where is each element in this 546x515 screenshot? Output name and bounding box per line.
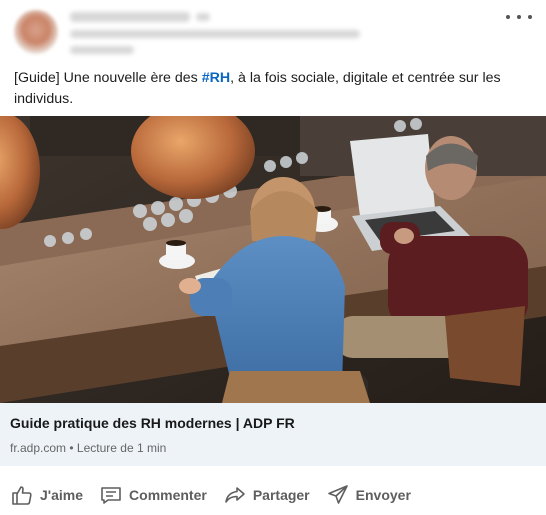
send-label: Envoyer — [355, 487, 411, 503]
comment-label: Commenter — [129, 487, 207, 503]
comment-icon — [101, 487, 121, 504]
more-dot — [517, 15, 521, 19]
like-label: J'aime — [40, 487, 84, 503]
hashtag-link[interactable]: #RH — [202, 70, 230, 86]
post-time-blurred — [70, 46, 134, 54]
like-button[interactable]: J'aime — [10, 483, 83, 507]
post-text: [Guide] Une nouvelle ère des #RH, à la f… — [14, 68, 534, 110]
share-arrow-icon — [225, 487, 245, 503]
thumbs-up-icon — [12, 486, 32, 505]
link-title[interactable]: Guide pratique des RH modernes | ADP FR — [10, 415, 295, 431]
author-degree-blurred — [196, 13, 210, 21]
link-preview-card[interactable]: Guide pratique des RH modernes | ADP FR … — [0, 403, 546, 466]
post-text-prefix: [Guide] Une nouvelle ère des — [14, 70, 202, 86]
comment-button[interactable]: Commenter — [99, 483, 207, 507]
share-label: Partager — [252, 487, 310, 503]
social-actions-bar: J'aime Commenter Partager Envoyer — [0, 474, 546, 515]
link-meta: fr.adp.com • Lecture de 1 min — [10, 441, 166, 455]
share-button[interactable]: Partager — [223, 483, 310, 507]
more-dot — [506, 15, 510, 19]
author-name-blurred[interactable] — [70, 12, 190, 22]
read-time: Lecture de 1 min — [76, 441, 167, 455]
more-dot — [528, 15, 532, 19]
article-image[interactable] — [0, 116, 546, 403]
author-avatar[interactable] — [14, 10, 58, 54]
author-headline-blurred — [70, 30, 360, 38]
link-domain: fr.adp.com — [10, 441, 67, 455]
send-paper-plane-icon — [327, 485, 348, 504]
meta-separator: • — [66, 441, 77, 455]
post-header — [0, 0, 546, 66]
send-button[interactable]: Envoyer — [326, 483, 411, 507]
more-options-button[interactable] — [506, 10, 532, 24]
